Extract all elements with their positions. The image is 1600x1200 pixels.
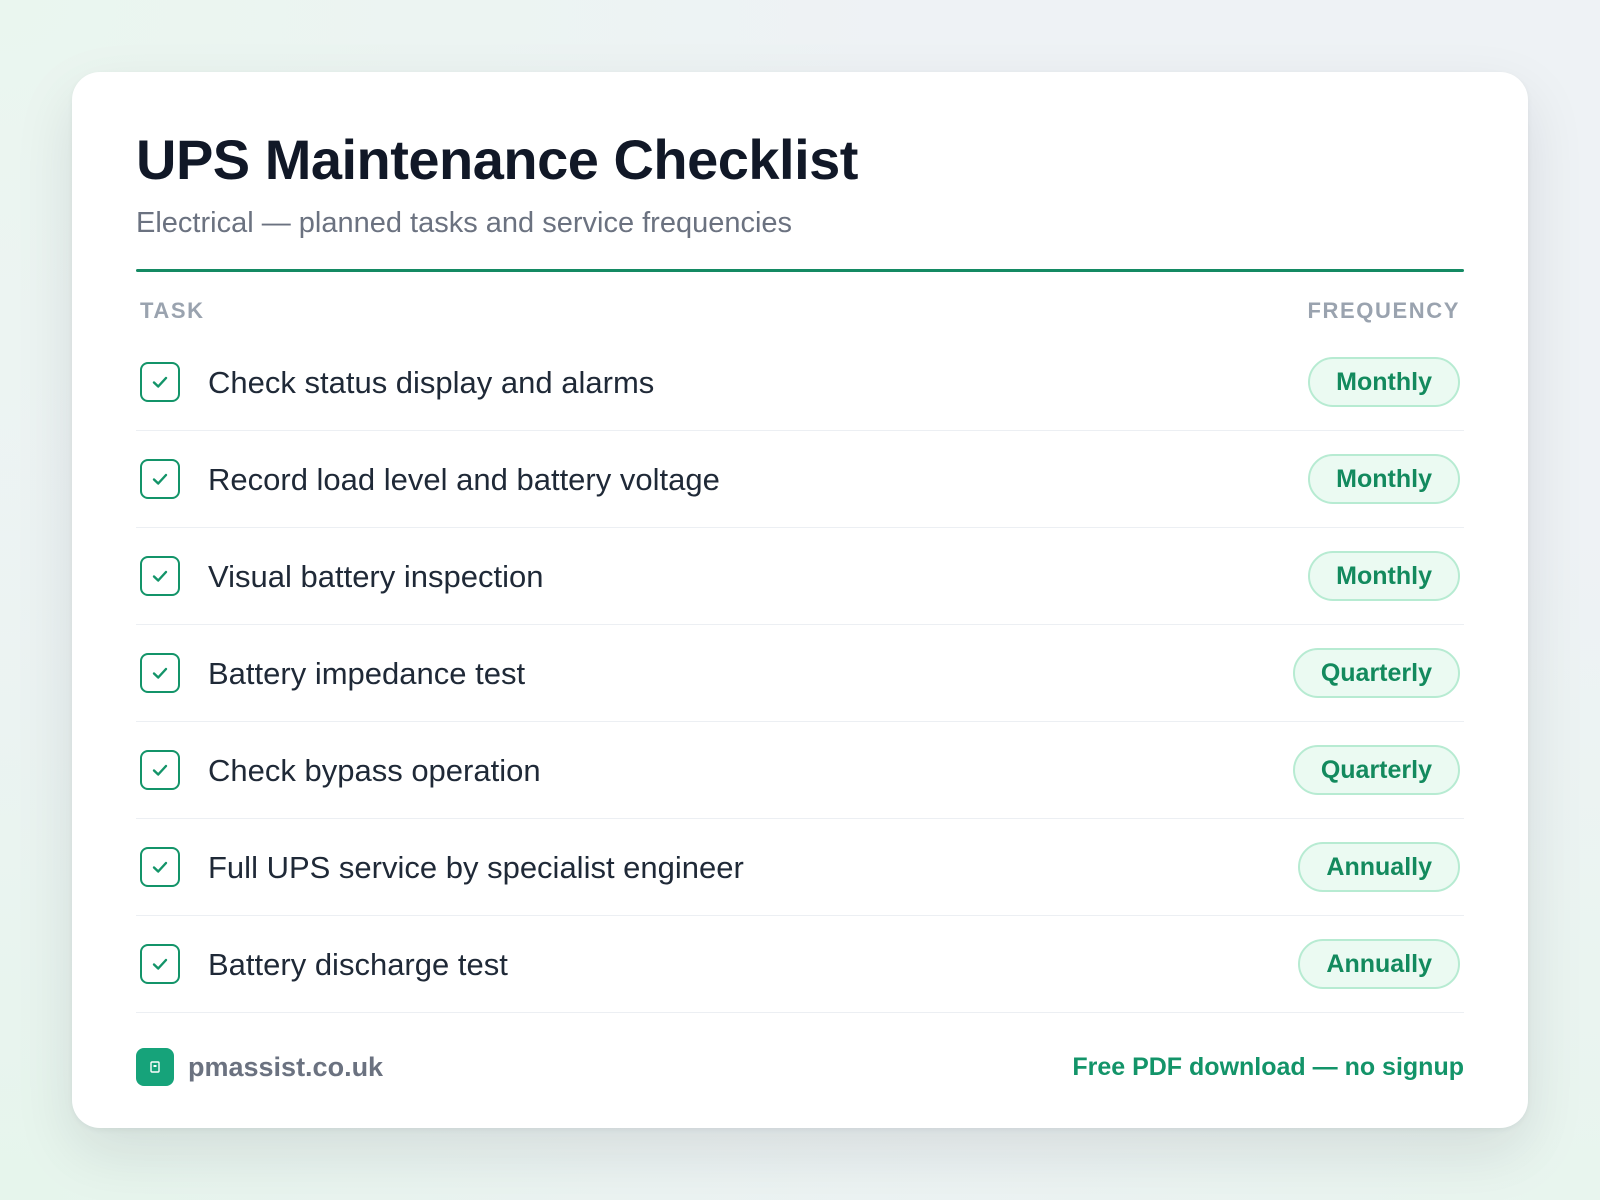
task-label: Full UPS service by specialist engineer <box>208 849 744 885</box>
frequency-badge: Quarterly <box>1292 745 1460 796</box>
column-header-frequency: FREQUENCY <box>1307 298 1460 324</box>
pdf-download-link[interactable]: Free PDF download — no signup <box>1072 1053 1464 1082</box>
task-label: Check bypass operation <box>208 752 541 788</box>
checkmark-icon <box>152 570 168 582</box>
task-checkbox[interactable] <box>140 750 180 791</box>
checkmark-icon <box>152 861 168 873</box>
building-icon <box>136 1048 174 1086</box>
table-row: Full UPS service by specialist engineer … <box>136 819 1464 917</box>
frequency-badge: Annually <box>1298 939 1460 990</box>
frequency-badge: Monthly <box>1308 357 1460 408</box>
frequency-badge: Quarterly <box>1292 648 1460 699</box>
frequency-badge: Annually <box>1298 842 1460 893</box>
brand-name: pmassist.co.uk <box>188 1051 384 1082</box>
page-title: UPS Maintenance Checklist <box>136 128 858 191</box>
table-row: Record load level and battery voltage Mo… <box>136 431 1464 529</box>
checkmark-icon <box>152 376 168 388</box>
checkmark-icon <box>152 667 168 679</box>
checkmark-icon <box>152 764 168 776</box>
header-divider <box>136 269 1464 273</box>
brand[interactable]: pmassist.co.uk <box>136 1048 383 1086</box>
task-label: Visual battery inspection <box>208 558 544 594</box>
checklist-card: UPS Maintenance Checklist Electrical — p… <box>72 72 1528 1128</box>
task-list: Check status display and alarms Monthly … <box>136 334 1464 1014</box>
frequency-badge: Monthly <box>1308 551 1460 602</box>
page-subtitle: Electrical — planned tasks and service f… <box>136 207 793 240</box>
task-checkbox[interactable] <box>140 653 180 694</box>
table-row: Check status display and alarms Monthly <box>136 334 1464 432</box>
table-row: Check bypass operation Quarterly <box>136 722 1464 820</box>
task-label: Battery impedance test <box>208 655 526 691</box>
frequency-badge: Monthly <box>1308 454 1460 505</box>
checkmark-icon <box>152 958 168 970</box>
table-row: Visual battery inspection Monthly <box>136 528 1464 626</box>
task-label: Check status display and alarms <box>208 364 655 400</box>
checkmark-icon <box>152 473 168 485</box>
task-label: Record load level and battery voltage <box>208 461 720 497</box>
task-checkbox[interactable] <box>140 944 180 985</box>
task-checkbox[interactable] <box>140 556 180 597</box>
task-checkbox[interactable] <box>140 362 180 403</box>
table-row: Battery impedance test Quarterly <box>136 625 1464 723</box>
table-row: Battery discharge test Annually <box>136 916 1464 1014</box>
column-header-task: TASK <box>140 298 205 324</box>
task-label: Battery discharge test <box>208 946 508 982</box>
task-checkbox[interactable] <box>140 847 180 888</box>
card-footer: pmassist.co.uk Free PDF download — no si… <box>136 1048 1464 1086</box>
task-checkbox[interactable] <box>140 459 180 500</box>
table-header: TASK FREQUENCY <box>136 298 1464 324</box>
